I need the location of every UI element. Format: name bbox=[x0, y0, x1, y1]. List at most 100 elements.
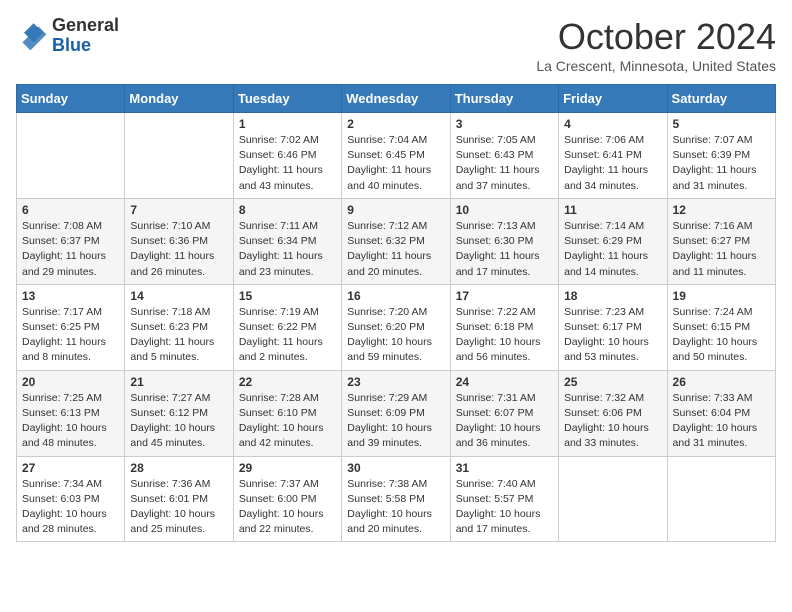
day-number: 21 bbox=[130, 375, 227, 389]
calendar-day-cell: 3 Sunrise: 7:05 AM Sunset: 6:43 PM Daylig… bbox=[450, 113, 558, 199]
calendar-week-row: 1 Sunrise: 7:02 AM Sunset: 6:46 PM Daylig… bbox=[17, 113, 776, 199]
calendar-day-cell: 25 Sunrise: 7:32 AM Sunset: 6:06 PM Dayli… bbox=[559, 370, 667, 456]
day-number: 24 bbox=[456, 375, 553, 389]
day-number: 27 bbox=[22, 461, 119, 475]
calendar-body: 1 Sunrise: 7:02 AM Sunset: 6:46 PM Daylig… bbox=[17, 113, 776, 542]
calendar-day-cell: 16 Sunrise: 7:20 AM Sunset: 6:20 PM Dayli… bbox=[342, 284, 450, 370]
day-info: Sunrise: 7:07 AM Sunset: 6:39 PM Dayligh… bbox=[673, 133, 770, 194]
calendar-day-cell bbox=[559, 456, 667, 542]
calendar-table: SundayMondayTuesdayWednesdayThursdayFrid… bbox=[16, 84, 776, 542]
day-info: Sunrise: 7:18 AM Sunset: 6:23 PM Dayligh… bbox=[130, 305, 227, 366]
day-number: 12 bbox=[673, 203, 770, 217]
calendar-day-cell: 26Sunrise: 7:33 AM Sunset: 6:04 PM Dayli… bbox=[667, 370, 775, 456]
day-number: 1 bbox=[239, 117, 336, 131]
day-number: 22 bbox=[239, 375, 336, 389]
calendar-day-cell: 6Sunrise: 7:08 AM Sunset: 6:37 PM Daylig… bbox=[17, 198, 125, 284]
day-info: Sunrise: 7:13 AM Sunset: 6:30 PM Dayligh… bbox=[456, 219, 553, 280]
day-info: Sunrise: 7:20 AM Sunset: 6:20 PM Dayligh… bbox=[347, 305, 444, 366]
logo-icon bbox=[16, 20, 48, 52]
calendar-day-cell: 30Sunrise: 7:38 AM Sunset: 5:58 PM Dayli… bbox=[342, 456, 450, 542]
day-number: 23 bbox=[347, 375, 444, 389]
day-info: Sunrise: 7:22 AM Sunset: 6:18 PM Dayligh… bbox=[456, 305, 553, 366]
day-number: 20 bbox=[22, 375, 119, 389]
day-info: Sunrise: 7:31 AM Sunset: 6:07 PM Dayligh… bbox=[456, 391, 553, 452]
day-info: Sunrise: 7:25 AM Sunset: 6:13 PM Dayligh… bbox=[22, 391, 119, 452]
calendar-day-cell: 4Sunrise: 7:06 AM Sunset: 6:41 PM Daylig… bbox=[559, 113, 667, 199]
calendar-day-cell: 19Sunrise: 7:24 AM Sunset: 6:15 PM Dayli… bbox=[667, 284, 775, 370]
calendar-day-header: Friday bbox=[559, 85, 667, 113]
calendar-day-header: Wednesday bbox=[342, 85, 450, 113]
day-number: 3 bbox=[456, 117, 553, 131]
logo-text: General Blue bbox=[52, 16, 119, 56]
day-number: 28 bbox=[130, 461, 227, 475]
calendar-day-cell: 11 Sunrise: 7:14 AM Sunset: 6:29 PM Dayli… bbox=[559, 198, 667, 284]
location: La Crescent, Minnesota, United States bbox=[536, 58, 776, 74]
day-info: Sunrise: 7:04 AM Sunset: 6:45 PM Dayligh… bbox=[347, 133, 444, 194]
calendar-day-cell: 31 Sunrise: 7:40 AM Sunset: 5:57 PM Dayli… bbox=[450, 456, 558, 542]
calendar-day-cell: 24 Sunrise: 7:31 AM Sunset: 6:07 PM Dayli… bbox=[450, 370, 558, 456]
day-info: Sunrise: 7:27 AM Sunset: 6:12 PM Dayligh… bbox=[130, 391, 227, 452]
calendar-day-cell: 10 Sunrise: 7:13 AM Sunset: 6:30 PM Dayli… bbox=[450, 198, 558, 284]
day-number: 10 bbox=[456, 203, 553, 217]
day-number: 26 bbox=[673, 375, 770, 389]
page-header: General Blue October 2024 La Crescent, M… bbox=[16, 16, 776, 74]
day-number: 30 bbox=[347, 461, 444, 475]
calendar-day-cell bbox=[667, 456, 775, 542]
day-info: Sunrise: 7:19 AM Sunset: 6:22 PM Dayligh… bbox=[239, 305, 336, 366]
calendar-day-cell bbox=[125, 113, 233, 199]
calendar-header-row: SundayMondayTuesdayWednesdayThursdayFrid… bbox=[17, 85, 776, 113]
day-info: Sunrise: 7:14 AM Sunset: 6:29 PM Dayligh… bbox=[564, 219, 661, 280]
calendar-week-row: 13 Sunrise: 7:17 AM Sunset: 6:25 PM Dayli… bbox=[17, 284, 776, 370]
day-info: Sunrise: 7:34 AM Sunset: 6:03 PM Dayligh… bbox=[22, 477, 119, 538]
day-number: 25 bbox=[564, 375, 661, 389]
day-info: Sunrise: 7:24 AM Sunset: 6:15 PM Dayligh… bbox=[673, 305, 770, 366]
calendar-day-header: Thursday bbox=[450, 85, 558, 113]
calendar-day-cell: 14 Sunrise: 7:18 AM Sunset: 6:23 PM Dayli… bbox=[125, 284, 233, 370]
month-title: October 2024 bbox=[536, 16, 776, 58]
day-info: Sunrise: 7:32 AM Sunset: 6:06 PM Dayligh… bbox=[564, 391, 661, 452]
day-info: Sunrise: 7:10 AM Sunset: 6:36 PM Dayligh… bbox=[130, 219, 227, 280]
calendar-day-cell: 22 Sunrise: 7:28 AM Sunset: 6:10 PM Dayli… bbox=[233, 370, 341, 456]
calendar-day-header: Tuesday bbox=[233, 85, 341, 113]
calendar-day-cell: 2 Sunrise: 7:04 AM Sunset: 6:45 PM Daylig… bbox=[342, 113, 450, 199]
calendar-day-cell: 9Sunrise: 7:12 AM Sunset: 6:32 PM Daylig… bbox=[342, 198, 450, 284]
calendar-week-row: 20 Sunrise: 7:25 AM Sunset: 6:13 PM Dayli… bbox=[17, 370, 776, 456]
calendar-day-cell: 8 Sunrise: 7:11 AM Sunset: 6:34 PM Daylig… bbox=[233, 198, 341, 284]
calendar-day-header: Monday bbox=[125, 85, 233, 113]
calendar-day-cell: 7 Sunrise: 7:10 AM Sunset: 6:36 PM Daylig… bbox=[125, 198, 233, 284]
day-number: 11 bbox=[564, 203, 661, 217]
day-info: Sunrise: 7:29 AM Sunset: 6:09 PM Dayligh… bbox=[347, 391, 444, 452]
calendar-day-cell: 20 Sunrise: 7:25 AM Sunset: 6:13 PM Dayli… bbox=[17, 370, 125, 456]
day-info: Sunrise: 7:11 AM Sunset: 6:34 PM Dayligh… bbox=[239, 219, 336, 280]
day-info: Sunrise: 7:05 AM Sunset: 6:43 PM Dayligh… bbox=[456, 133, 553, 194]
day-number: 7 bbox=[130, 203, 227, 217]
day-info: Sunrise: 7:37 AM Sunset: 6:00 PM Dayligh… bbox=[239, 477, 336, 538]
day-info: Sunrise: 7:36 AM Sunset: 6:01 PM Dayligh… bbox=[130, 477, 227, 538]
calendar-day-cell: 27 Sunrise: 7:34 AM Sunset: 6:03 PM Dayli… bbox=[17, 456, 125, 542]
day-info: Sunrise: 7:17 AM Sunset: 6:25 PM Dayligh… bbox=[22, 305, 119, 366]
day-number: 8 bbox=[239, 203, 336, 217]
day-info: Sunrise: 7:06 AM Sunset: 6:41 PM Dayligh… bbox=[564, 133, 661, 194]
calendar-day-cell: 17 Sunrise: 7:22 AM Sunset: 6:18 PM Dayli… bbox=[450, 284, 558, 370]
calendar-day-header: Saturday bbox=[667, 85, 775, 113]
day-number: 16 bbox=[347, 289, 444, 303]
calendar-day-cell: 18Sunrise: 7:23 AM Sunset: 6:17 PM Dayli… bbox=[559, 284, 667, 370]
day-info: Sunrise: 7:02 AM Sunset: 6:46 PM Dayligh… bbox=[239, 133, 336, 194]
day-number: 6 bbox=[22, 203, 119, 217]
calendar-day-cell bbox=[17, 113, 125, 199]
day-number: 13 bbox=[22, 289, 119, 303]
calendar-day-cell: 28 Sunrise: 7:36 AM Sunset: 6:01 PM Dayli… bbox=[125, 456, 233, 542]
day-info: Sunrise: 7:40 AM Sunset: 5:57 PM Dayligh… bbox=[456, 477, 553, 538]
day-info: Sunrise: 7:28 AM Sunset: 6:10 PM Dayligh… bbox=[239, 391, 336, 452]
day-number: 14 bbox=[130, 289, 227, 303]
day-number: 31 bbox=[456, 461, 553, 475]
day-number: 17 bbox=[456, 289, 553, 303]
calendar-day-cell: 13 Sunrise: 7:17 AM Sunset: 6:25 PM Dayli… bbox=[17, 284, 125, 370]
day-number: 29 bbox=[239, 461, 336, 475]
day-number: 2 bbox=[347, 117, 444, 131]
calendar-day-cell: 12Sunrise: 7:16 AM Sunset: 6:27 PM Dayli… bbox=[667, 198, 775, 284]
day-info: Sunrise: 7:23 AM Sunset: 6:17 PM Dayligh… bbox=[564, 305, 661, 366]
calendar-week-row: 6Sunrise: 7:08 AM Sunset: 6:37 PM Daylig… bbox=[17, 198, 776, 284]
title-block: October 2024 La Crescent, Minnesota, Uni… bbox=[536, 16, 776, 74]
day-info: Sunrise: 7:12 AM Sunset: 6:32 PM Dayligh… bbox=[347, 219, 444, 280]
